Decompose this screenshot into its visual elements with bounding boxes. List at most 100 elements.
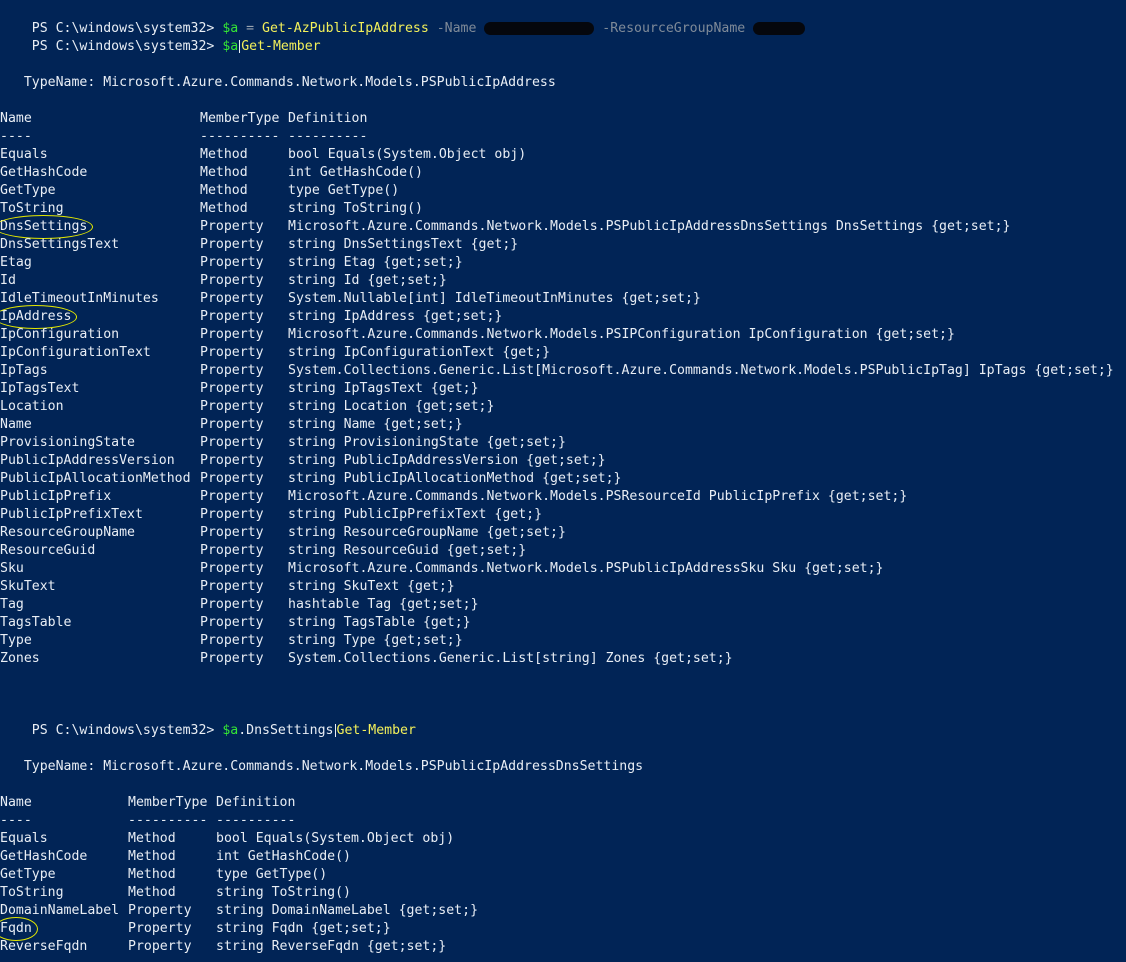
member-definition: System.Collections.Generic.List[string] … bbox=[288, 651, 733, 666]
member-name: Id bbox=[0, 273, 16, 288]
table-row: ReverseFqdn Property string ReverseFqdn {g… bbox=[0, 938, 1126, 956]
member-name: Zones bbox=[0, 651, 40, 666]
member-definition: string ProvisioningState {get;set;} bbox=[288, 435, 566, 450]
member-definition: string DomainNameLabel {get;set;} bbox=[216, 903, 479, 918]
column-definition: ---------- bbox=[288, 129, 368, 144]
table-row: Id Property string Id {get;set;} bbox=[0, 272, 1126, 290]
member-definition: int GetHashCode() bbox=[288, 165, 423, 180]
member-definition: hashtable Tag {get;set;} bbox=[288, 597, 479, 612]
table-row: ToString Method string ToString() bbox=[0, 200, 1126, 218]
member-name: ResourceGroupName bbox=[0, 525, 135, 540]
member-name: Location bbox=[0, 399, 64, 414]
table-row: Name Property string Name {get;set;} bbox=[0, 416, 1126, 434]
table-header: Name MemberType Definition bbox=[0, 794, 1126, 812]
table-header-underline: ---- ---------- ---------- bbox=[0, 812, 1126, 830]
prompt: PS C:\windows\system32> bbox=[31, 39, 223, 54]
member-type: Property bbox=[200, 615, 264, 630]
member-definition: System.Nullable[int] IdleTimeoutInMinute… bbox=[288, 291, 701, 306]
member-name: ProvisioningState bbox=[0, 435, 135, 450]
typename-line-1: TypeName: Microsoft.Azure.Commands.Netwo… bbox=[0, 75, 556, 90]
member-definition: bool Equals(System.Object obj) bbox=[288, 147, 527, 162]
member-type: Property bbox=[200, 273, 264, 288]
member-definition: bool Equals(System.Object obj) bbox=[216, 831, 455, 846]
member-definition: string Id {get;set;} bbox=[288, 273, 447, 288]
member-name: GetType bbox=[0, 183, 56, 198]
table-row: DnsSettingsText Property string DnsSetting… bbox=[0, 236, 1126, 254]
member-type: Property bbox=[128, 903, 192, 918]
prompt: PS C:\windows\system32> bbox=[31, 723, 223, 738]
powershell-console[interactable]: PS C:\windows\system32> $a = Get-AzPubli… bbox=[0, 0, 1126, 962]
column-name: ---- bbox=[0, 129, 32, 144]
member-type: Method bbox=[128, 885, 176, 900]
member-definition: string SkuText {get;} bbox=[288, 579, 455, 594]
member-name: IpConfiguration bbox=[0, 327, 120, 342]
member-definition: string DnsSettingsText {get;} bbox=[288, 237, 519, 252]
property-access: .DnsSettings bbox=[238, 723, 334, 738]
member-type: Property bbox=[200, 399, 264, 414]
member-name: GetType bbox=[0, 867, 56, 882]
column-type: MemberType bbox=[200, 111, 280, 126]
variable: $a bbox=[222, 723, 239, 738]
table-row: Etag Property string Etag {get;set;} bbox=[0, 254, 1126, 272]
table-row: ResourceGroupName Property string Resource… bbox=[0, 524, 1126, 542]
table-row: Fqdn Property string Fqdn {get;set;} bbox=[0, 917, 1126, 941]
table-row: ResourceGuid Property string ResourceGuid … bbox=[0, 542, 1126, 560]
pipe-symbol bbox=[334, 723, 336, 737]
table-row: TagsTable Property string TagsTable {get;} bbox=[0, 614, 1126, 632]
member-type: Property bbox=[200, 543, 264, 558]
member-definition: string Name {get;set;} bbox=[288, 417, 463, 432]
member-definition: string ResourceGuid {get;set;} bbox=[288, 543, 527, 558]
member-type: Method bbox=[200, 201, 248, 216]
member-type: Method bbox=[200, 165, 248, 180]
member-name: Equals bbox=[0, 831, 48, 846]
member-name: DnsSettingsText bbox=[0, 237, 120, 252]
member-name: TagsTable bbox=[0, 615, 72, 630]
member-name: Type bbox=[0, 633, 32, 648]
table-row: GetHashCode Method int GetHashCode() bbox=[0, 848, 1126, 866]
column-type: MemberType bbox=[128, 795, 208, 810]
table-row: Sku Property Microsoft.Azure.Commands.Netw… bbox=[0, 560, 1126, 578]
column-type: ---------- bbox=[128, 813, 208, 828]
member-type: Property bbox=[200, 237, 264, 252]
cmdlet-name: Get-Member bbox=[336, 723, 416, 738]
table-row: IpConfiguration Property Microsoft.Azure.C… bbox=[0, 326, 1126, 344]
member-name: DnsSettings bbox=[0, 215, 94, 239]
member-type: Property bbox=[200, 489, 264, 504]
member-name: ResourceGuid bbox=[0, 543, 96, 558]
table-row: ToString Method string ToString() bbox=[0, 884, 1126, 902]
table-row: ProvisioningState Property string Provisio… bbox=[0, 434, 1126, 452]
command-line-3: PS C:\windows\system32> $a.DnsSettings Ge… bbox=[0, 704, 416, 738]
table-row: PublicIpAllocationMethod Property string P… bbox=[0, 470, 1126, 488]
member-definition: type GetType() bbox=[216, 867, 328, 882]
member-type: Property bbox=[200, 255, 264, 270]
table-row: PublicIpAddressVersion Property string Pub… bbox=[0, 452, 1126, 470]
member-definition: string IpTagsText {get;} bbox=[288, 381, 479, 396]
table-row: IpAddress Property string IpAddress {get;s… bbox=[0, 305, 1126, 329]
cmdlet-name: Get-Member bbox=[241, 39, 321, 54]
member-name: IpTagsText bbox=[0, 381, 80, 396]
column-definition: ---------- bbox=[216, 813, 296, 828]
table-row: Equals Method bool Equals(System.Object ob… bbox=[0, 146, 1126, 164]
column-definition: Definition bbox=[216, 795, 296, 810]
column-name: Name bbox=[0, 795, 32, 810]
table-row: DomainNameLabel Property string DomainName… bbox=[0, 902, 1126, 920]
member-type: Method bbox=[128, 831, 176, 846]
member-definition: string ReverseFqdn {get;set;} bbox=[216, 939, 447, 954]
typename-line-2: TypeName: Microsoft.Azure.Commands.Netwo… bbox=[0, 759, 644, 774]
member-definition: int GetHashCode() bbox=[216, 849, 351, 864]
member-name: IpConfigurationText bbox=[0, 345, 151, 360]
member-type: Property bbox=[200, 327, 264, 342]
redacted-resource-group bbox=[753, 21, 806, 35]
member-name: PublicIpPrefix bbox=[0, 489, 112, 504]
member-type: Property bbox=[200, 579, 264, 594]
highlighted-member-name: Fqdn bbox=[0, 917, 38, 941]
column-definition: Definition bbox=[288, 111, 368, 126]
member-name: ToString bbox=[0, 885, 64, 900]
member-definition: Microsoft.Azure.Commands.Network.Models.… bbox=[288, 327, 955, 342]
member-type: Property bbox=[200, 597, 264, 612]
member-definition: string ResourceGroupName {get;set;} bbox=[288, 525, 566, 540]
member-type: Property bbox=[200, 525, 264, 540]
table-row: Zones Property System.Collections.Generic.… bbox=[0, 650, 1126, 668]
member-type: Property bbox=[200, 435, 264, 450]
member-type: Method bbox=[200, 147, 248, 162]
